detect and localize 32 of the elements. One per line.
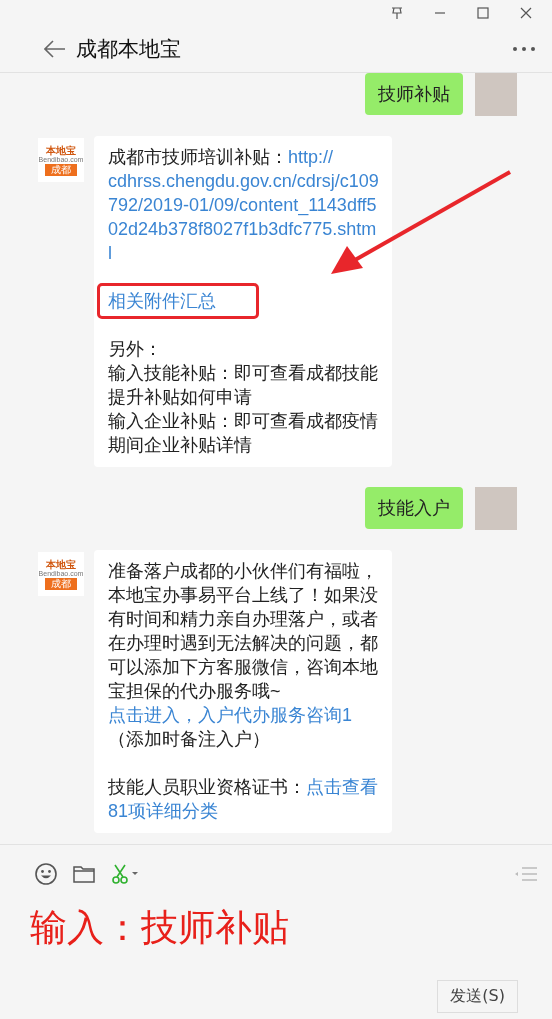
scissors-icon[interactable] [111,864,139,884]
message-text: 准备落户成都的小伙伴们有福啦，本地宝办事易平台上线了！如果没有时间和精力亲自办理落户，或者在办理时遇到无法解决的问题，都可以添加下方客服微信，咨询本地宝担保的代办服务哦~ [108,560,379,703]
pin-icon[interactable] [391,6,403,20]
message-input-field[interactable]: 输入：技师补贴 [30,903,518,963]
message-text: 技能人员职业资格证书：点击查看 [108,776,379,799]
sent-message: 技能入户 [365,487,463,529]
message-text: 另外： [108,338,163,361]
logo-city: 成都 [45,163,77,176]
message-text: 成都市技师培训补贴：http:// [108,146,335,169]
link[interactable]: cdhrss.chengdu.gov.cn/cdrsj/c109792/2019-01/09/content_1143dff502d24b378f8027f1b3dfc775.shtml [108,169,380,265]
send-button[interactable]: 发送(S) [437,980,518,1013]
close-icon[interactable] [520,7,532,19]
logo-city: 成都 [45,577,77,590]
sent-message: 技师补贴 [365,73,463,115]
message-text: 输入企业补贴：即可查看成都疫情期间企业补贴详情 [108,410,379,457]
link[interactable]: 相关附件汇总 [108,289,216,313]
maximize-icon[interactable] [477,7,489,19]
message-text: 输入技能补贴：即可查看成都技能提升补贴如何申请 [108,362,379,409]
link[interactable]: 81项详细分类 [108,799,380,823]
logo-text: 本地宝 [46,558,76,570]
avatar-photo-placeholder [475,487,517,530]
avatar-photo-placeholder [475,73,517,116]
chat-title: 成都本地宝 [76,36,181,63]
link[interactable]: http:// [288,147,334,167]
link[interactable]: 点击查看 [306,777,378,797]
link[interactable]: 点击进入，入户代办服务咨询1 [108,705,352,725]
back-arrow-icon[interactable] [44,40,66,58]
message-text: 点击进入，入户代办服务咨询1 （添加时备注入户） [108,704,353,751]
emoji-icon[interactable] [35,863,57,885]
more-icon[interactable] [512,46,536,52]
folder-icon[interactable] [73,865,95,883]
logo-text: 本地宝 [46,144,76,156]
